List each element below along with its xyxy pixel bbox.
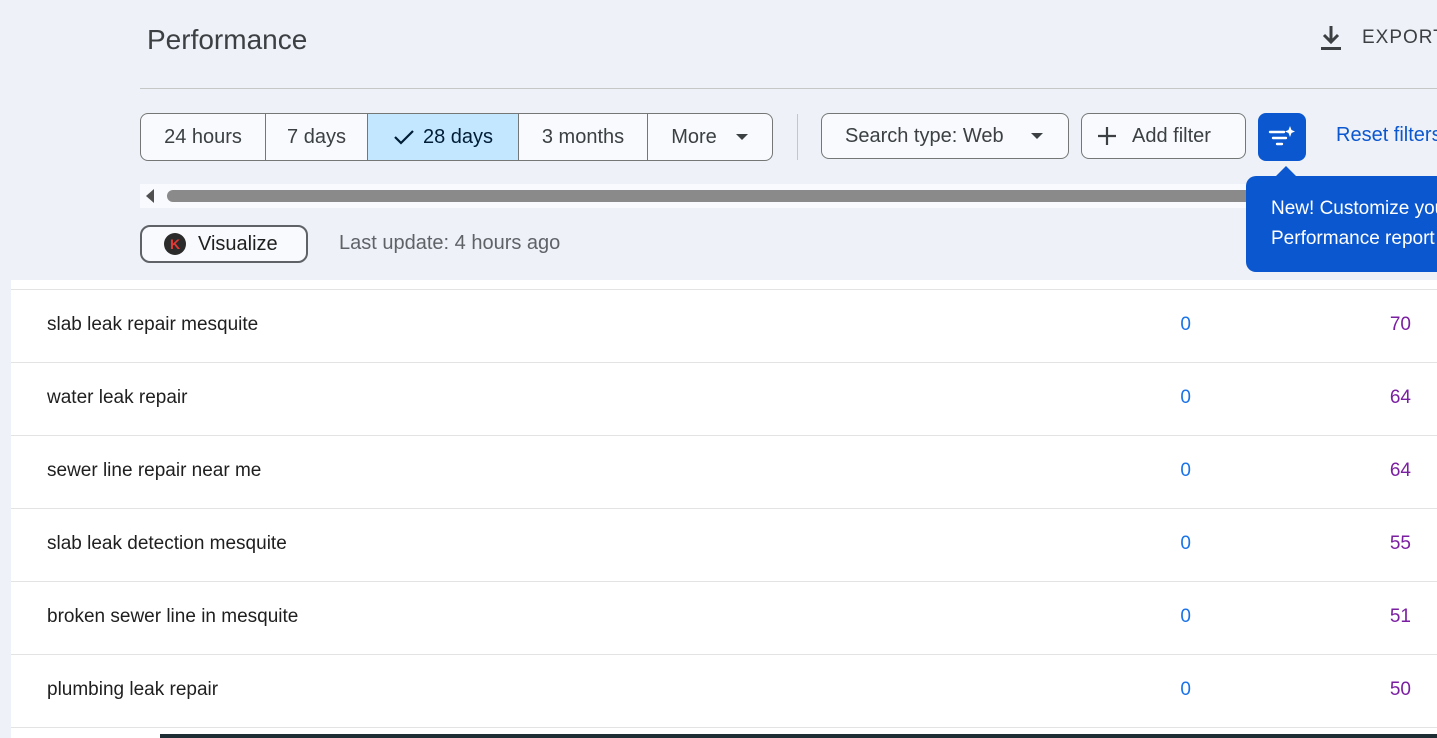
date-option-28-days[interactable]: 28 days bbox=[368, 114, 519, 160]
clicks-cell: 0 bbox=[1180, 679, 1191, 700]
query-cell: broken sewer line in mesquite bbox=[47, 606, 299, 627]
table-row[interactable]: water leak repair 0 64 bbox=[11, 363, 1437, 436]
caret-down-icon bbox=[735, 134, 748, 140]
date-range-selector: 24 hours 7 days 28 days 3 months More bbox=[140, 113, 773, 161]
filter-sparkle-icon bbox=[1268, 126, 1295, 146]
search-type-label: Search type: Web bbox=[845, 124, 1004, 147]
clicks-cell: 0 bbox=[1180, 533, 1191, 554]
table-row[interactable]: slab leak detection mesquite 0 55 bbox=[11, 509, 1437, 582]
date-option-more[interactable]: More bbox=[648, 114, 772, 160]
taskbar-strip bbox=[160, 734, 1437, 738]
date-option-24-hours[interactable]: 24 hours bbox=[141, 114, 266, 160]
download-icon bbox=[1321, 26, 1341, 50]
plus-icon bbox=[1098, 127, 1116, 145]
check-icon bbox=[394, 130, 414, 145]
clicks-cell: 0 bbox=[1180, 460, 1191, 481]
query-cell: slab leak repair mesquite bbox=[47, 314, 259, 335]
header-divider bbox=[140, 88, 1437, 89]
date-option-label: More bbox=[671, 125, 717, 148]
date-option-label: 24 hours bbox=[164, 125, 242, 148]
impressions-cell: 51 bbox=[1389, 606, 1411, 627]
table-row[interactable]: sewer line repair near me 0 64 bbox=[11, 436, 1437, 509]
visualize-label: Visualize bbox=[198, 232, 278, 255]
clicks-cell: 0 bbox=[1180, 606, 1191, 627]
table-row[interactable]: slab leak repair mesquite 0 70 bbox=[11, 290, 1437, 363]
add-filter-button[interactable]: Add filter bbox=[1081, 113, 1246, 159]
search-type-dropdown[interactable]: Search type: Web bbox=[821, 113, 1069, 159]
date-option-label: 28 days bbox=[422, 125, 494, 148]
tooltip-line-2: Performance report bbox=[1271, 228, 1435, 249]
impressions-cell: 50 bbox=[1389, 679, 1411, 700]
add-filter-label: Add filter bbox=[1132, 124, 1211, 147]
export-label: EXPORT bbox=[1362, 27, 1437, 48]
horizontal-scrollbar[interactable] bbox=[140, 184, 1437, 208]
visualize-button[interactable]: K Visualize bbox=[140, 225, 308, 263]
date-option-7-days[interactable]: 7 days bbox=[266, 114, 368, 160]
table-row[interactable]: plumbing leak repair 0 50 bbox=[11, 655, 1437, 728]
date-option-label: 3 months bbox=[541, 125, 625, 148]
clicks-cell: 0 bbox=[1180, 387, 1191, 408]
impressions-cell: 64 bbox=[1389, 387, 1411, 408]
query-cell: sewer line repair near me bbox=[47, 460, 262, 481]
scroll-left-icon[interactable] bbox=[146, 189, 154, 203]
query-cell: plumbing leak repair bbox=[47, 679, 219, 700]
impressions-cell: 64 bbox=[1389, 460, 1411, 481]
extension-logo-icon: K bbox=[164, 233, 186, 255]
table-row[interactable]: broken sewer line in mesquite 0 51 bbox=[11, 582, 1437, 655]
query-cell: water leak repair bbox=[47, 387, 188, 408]
impressions-cell: 55 bbox=[1389, 533, 1411, 554]
tooltip-line-1: New! Customize your bbox=[1271, 198, 1437, 219]
impressions-cell: 70 bbox=[1389, 314, 1411, 335]
last-update-text: Last update: 4 hours ago bbox=[339, 232, 561, 254]
caret-down-icon bbox=[1030, 133, 1043, 139]
customize-report-button[interactable] bbox=[1258, 113, 1306, 161]
toolbar-separator bbox=[797, 114, 798, 160]
date-option-3-months[interactable]: 3 months bbox=[519, 114, 648, 160]
clicks-cell: 0 bbox=[1180, 314, 1191, 335]
performance-page: Performance EXPORT 24 hours 7 days 28 da… bbox=[0, 0, 1437, 738]
queries-table: slab leak repair mesquite 0 70 water lea… bbox=[11, 280, 1437, 738]
page-title: Performance bbox=[147, 24, 308, 55]
reset-filters-link[interactable]: Reset filters bbox=[1336, 124, 1437, 147]
query-cell: slab leak detection mesquite bbox=[47, 533, 287, 554]
new-feature-tooltip[interactable]: New! Customize your Performance report bbox=[1246, 166, 1437, 272]
export-button[interactable]: EXPORT bbox=[1318, 24, 1437, 52]
date-option-label: 7 days bbox=[287, 125, 346, 148]
